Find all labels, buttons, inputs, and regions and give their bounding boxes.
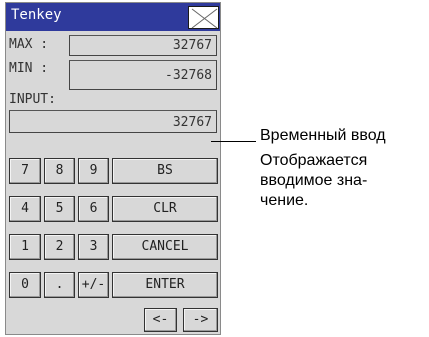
key-decimal-point[interactable]: .	[44, 272, 75, 298]
key-5[interactable]: 5	[44, 196, 75, 222]
cancel-button[interactable]: CANCEL	[112, 234, 218, 260]
max-label: MAX :	[9, 37, 49, 52]
key-plus-minus[interactable]: +/-	[78, 272, 109, 298]
close-button[interactable]	[188, 6, 219, 29]
input-field[interactable]: 32767	[9, 110, 217, 133]
enter-button[interactable]: ENTER	[112, 272, 218, 298]
callout-title: Временный ввод	[260, 127, 386, 144]
input-label: INPUT:	[9, 92, 56, 107]
cursor-right-button[interactable]: ->	[183, 308, 218, 332]
title-bar: Tenkey	[6, 3, 220, 31]
key-0[interactable]: 0	[9, 272, 41, 298]
key-4[interactable]: 4	[9, 196, 41, 222]
min-label: MIN :	[9, 61, 49, 76]
close-icon	[191, 8, 218, 29]
max-value-field: 32767	[69, 35, 217, 56]
tenkey-dialog: Tenkey MAX : 32767 MIN : -32768 INPUT: 3…	[5, 2, 221, 335]
cursor-left-button[interactable]: <-	[144, 308, 177, 332]
key-2[interactable]: 2	[44, 234, 75, 260]
backspace-button[interactable]: BS	[112, 158, 218, 184]
key-6[interactable]: 6	[78, 196, 109, 222]
key-8[interactable]: 8	[44, 158, 75, 184]
key-1[interactable]: 1	[9, 234, 41, 260]
key-3[interactable]: 3	[78, 234, 109, 260]
min-value-field: -32768	[69, 60, 217, 90]
callout-leader-line	[211, 141, 256, 142]
callout-line-3: чение.	[260, 192, 309, 209]
callout-line-2: вводимое зна-	[260, 172, 368, 189]
dialog-title: Tenkey	[11, 7, 62, 23]
callout-line-1: Отображается	[260, 152, 368, 169]
key-7[interactable]: 7	[9, 158, 41, 184]
clear-button[interactable]: CLR	[112, 196, 218, 222]
key-9[interactable]: 9	[78, 158, 109, 184]
